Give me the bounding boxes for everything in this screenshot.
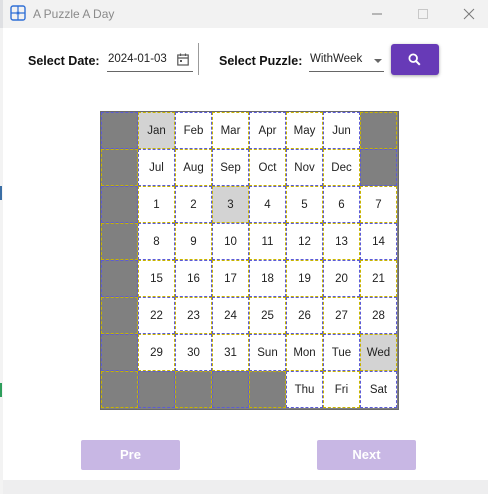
board-cell[interactable]: 10 <box>212 223 249 260</box>
board-cell[interactable]: Nov <box>286 149 323 186</box>
board-cell[interactable]: Sun <box>249 334 286 371</box>
board-cell-blocked <box>138 371 175 408</box>
board-cell[interactable]: 8 <box>138 223 175 260</box>
board-cell-blocked <box>101 149 138 186</box>
board-cell[interactable]: 5 <box>286 186 323 223</box>
board-cell[interactable]: 19 <box>286 260 323 297</box>
board-cell-blocked <box>101 371 138 408</box>
board-cell[interactable]: Apr <box>249 112 286 149</box>
board-cell[interactable]: 18 <box>249 260 286 297</box>
board-cell[interactable]: Feb <box>175 112 212 149</box>
minimize-icon <box>372 13 382 15</box>
prev-button[interactable]: Pre <box>81 440 180 470</box>
board-cell[interactable]: Sep <box>212 149 249 186</box>
title-bar[interactable]: A Puzzle A Day <box>3 0 488 28</box>
board-cell-blocked <box>101 334 138 371</box>
board-cell[interactable]: Jan <box>138 112 175 149</box>
minimize-button[interactable] <box>354 0 400 28</box>
board-cell[interactable]: 11 <box>249 223 286 260</box>
window-left-edge <box>0 28 3 494</box>
maximize-icon <box>418 9 428 19</box>
toolbar-divider <box>198 43 199 75</box>
board-cell-blocked <box>249 371 286 408</box>
date-label: Select Date: <box>28 54 100 68</box>
board-cell[interactable]: 26 <box>286 297 323 334</box>
board-cell-blocked <box>101 186 138 223</box>
board-cell[interactable]: Oct <box>249 149 286 186</box>
puzzle-board: Jan Feb Mar Apr May Jun Jul Aug Sep Oct Nov Dec 1 2 3 4… <box>100 111 399 410</box>
board-cell-blocked <box>175 371 212 408</box>
board-cell[interactable]: 24 <box>212 297 249 334</box>
board-cell[interactable]: Tue <box>323 334 360 371</box>
board-cell[interactable]: 12 <box>286 223 323 260</box>
date-picker[interactable]: 2024-01-03 <box>107 50 193 72</box>
calendar-icon[interactable] <box>177 53 189 66</box>
board-cell-blocked <box>101 223 138 260</box>
board-cell[interactable]: 1 <box>138 186 175 223</box>
board-cell[interactable]: 2 <box>175 186 212 223</box>
window-title: A Puzzle A Day <box>33 7 115 21</box>
board-cell[interactable]: 27 <box>323 297 360 334</box>
close-icon <box>463 8 475 20</box>
board-cell[interactable]: 20 <box>323 260 360 297</box>
board-cell[interactable]: 21 <box>360 260 397 297</box>
board-cell[interactable]: 16 <box>175 260 212 297</box>
search-button[interactable] <box>391 44 439 75</box>
board-cell[interactable]: 4 <box>249 186 286 223</box>
board-cell-blocked <box>101 297 138 334</box>
board-cell-blocked <box>360 149 397 186</box>
board-cell[interactable]: 22 <box>138 297 175 334</box>
next-button[interactable]: Next <box>317 440 416 470</box>
close-button[interactable] <box>446 0 488 28</box>
puzzle-value[interactable]: WithWeek <box>310 53 362 65</box>
board-cell[interactable]: 29 <box>138 334 175 371</box>
date-value[interactable]: 2024-01-03 <box>108 53 167 65</box>
board-cell-blocked <box>101 260 138 297</box>
board-cell[interactable]: Jun <box>323 112 360 149</box>
board-cell[interactable]: 9 <box>175 223 212 260</box>
board-cell[interactable]: Aug <box>175 149 212 186</box>
board-cell[interactable]: 17 <box>212 260 249 297</box>
maximize-button[interactable] <box>400 0 446 28</box>
board-cell-blocked <box>360 112 397 149</box>
board-cell[interactable]: Dec <box>323 149 360 186</box>
edge-marker <box>0 383 2 397</box>
puzzle-select[interactable]: WithWeek <box>309 50 384 72</box>
board-cell[interactable]: Fri <box>323 371 360 408</box>
board-cell[interactable]: 28 <box>360 297 397 334</box>
board-cell[interactable]: Wed <box>360 334 397 371</box>
board-cell[interactable]: 30 <box>175 334 212 371</box>
board-cell-blocked <box>212 371 249 408</box>
board-cell[interactable]: 7 <box>360 186 397 223</box>
puzzle-label: Select Puzzle: <box>219 54 303 68</box>
board-cell[interactable]: Thu <box>286 371 323 408</box>
board-cell[interactable]: Jul <box>138 149 175 186</box>
board-cell[interactable]: Mar <box>212 112 249 149</box>
board-cell[interactable]: 3 <box>212 186 249 223</box>
board-cell[interactable]: 23 <box>175 297 212 334</box>
search-icon <box>408 53 421 66</box>
board-cell[interactable]: 31 <box>212 334 249 371</box>
board-cell[interactable]: 6 <box>323 186 360 223</box>
board-cell[interactable]: Mon <box>286 334 323 371</box>
board-cell[interactable]: May <box>286 112 323 149</box>
chevron-down-icon[interactable] <box>374 59 382 63</box>
board-cell[interactable]: 13 <box>323 223 360 260</box>
board-cell-blocked <box>101 112 138 149</box>
puzzle-icon <box>10 5 26 21</box>
board-cell[interactable]: 14 <box>360 223 397 260</box>
status-bar <box>3 480 488 494</box>
board-cell[interactable]: Sat <box>360 371 397 408</box>
board-cell[interactable]: 15 <box>138 260 175 297</box>
app-window: A Puzzle A Day Select Date: 2024-01-03 S… <box>3 0 488 494</box>
edge-marker <box>0 186 2 200</box>
board-cell[interactable]: 25 <box>249 297 286 334</box>
